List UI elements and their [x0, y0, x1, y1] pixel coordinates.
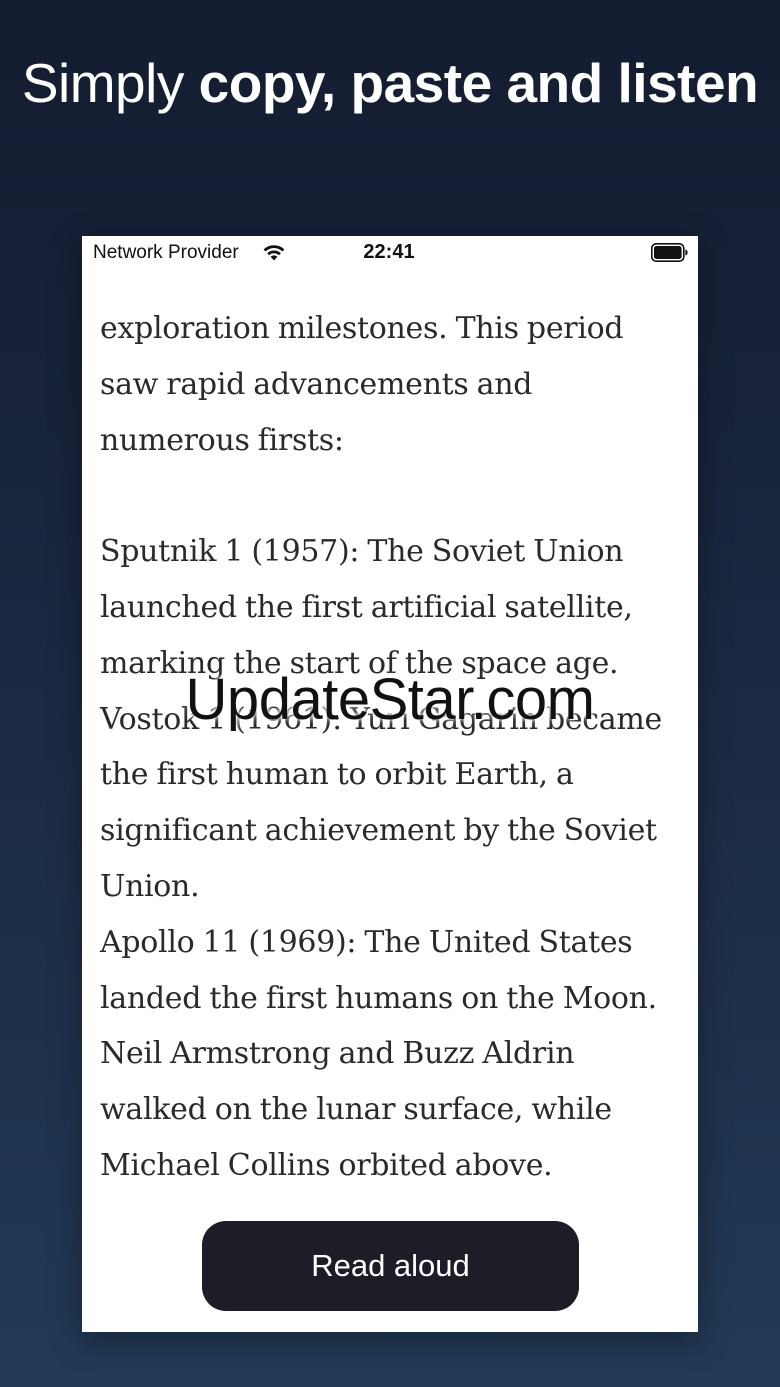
status-bar: Network Provider 22:41 — [82, 236, 698, 270]
phone-screen: Network Provider 22:41 exploration miles… — [82, 236, 698, 1332]
watermark: UpdateStar.com — [185, 667, 595, 732]
headline-bold-text: copy, paste and listen — [198, 52, 759, 114]
headline: Simply copy, paste and listen — [0, 52, 780, 115]
article-text: exploration milestones. This period saw … — [100, 301, 685, 1194]
status-time: 22:41 — [363, 241, 415, 263]
intro-paragraph: exploration milestones. This period saw … — [100, 311, 624, 458]
read-aloud-button[interactable]: Read aloud — [202, 1221, 579, 1311]
carrier-label: Network Provider — [93, 242, 239, 263]
milestone-apollo: Apollo 11 (1969): The United States land… — [100, 924, 657, 1183]
battery-icon — [651, 243, 688, 262]
headline-light-text: Simply — [21, 52, 199, 114]
wifi-icon — [263, 245, 285, 261]
